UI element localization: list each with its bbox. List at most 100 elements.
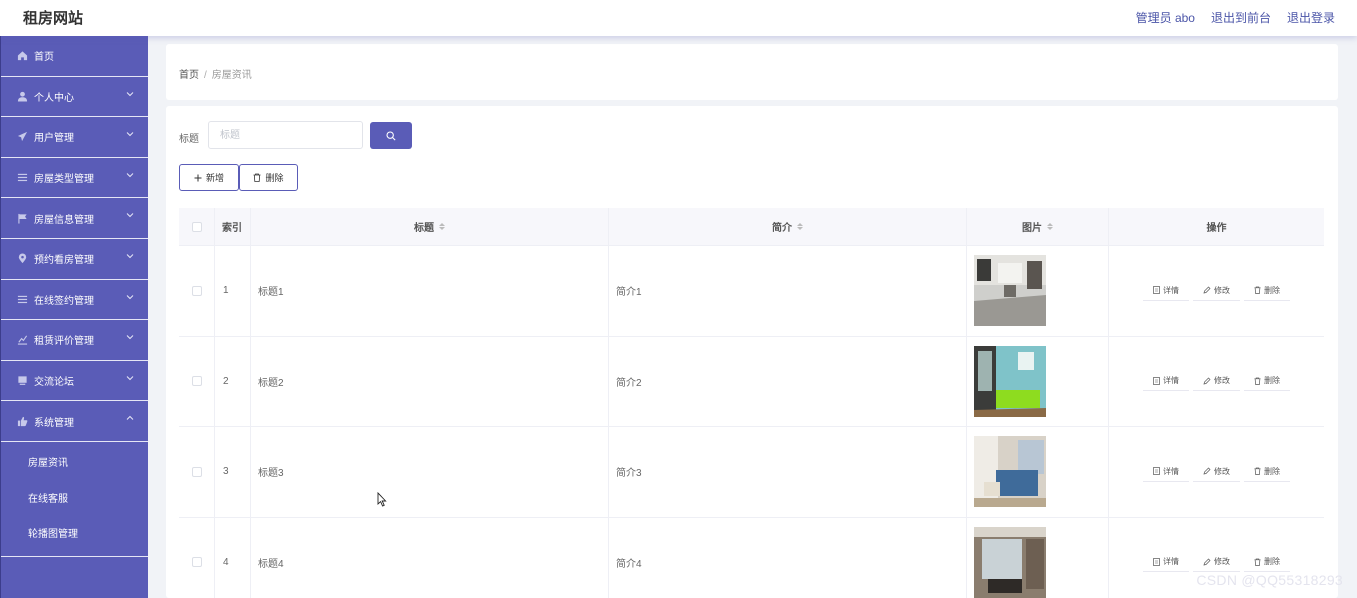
- sidebar-item-label: 房屋类型管理: [34, 174, 94, 186]
- sidebar-item-user-management[interactable]: 用户管理: [1, 117, 148, 158]
- header-title-label: 标题: [414, 223, 434, 234]
- row-picture-cell: [967, 246, 1109, 336]
- detail-button[interactable]: 详情: [1143, 371, 1189, 392]
- sort-icon[interactable]: [797, 223, 803, 230]
- sidebar-item-label: 租赁评价管理: [34, 336, 94, 348]
- site-brand: 租房网站: [23, 10, 84, 27]
- admin-name-link[interactable]: 管理员 abo: [1136, 9, 1195, 26]
- header-index: 索引: [215, 208, 251, 245]
- row-intro: 简介4: [609, 517, 967, 598]
- row-intro: 简介3: [609, 427, 967, 517]
- row-index: 2: [215, 336, 251, 426]
- breadcrumb: 首页 / 房屋资讯: [179, 66, 252, 81]
- row-checkbox[interactable]: [191, 557, 202, 568]
- row-checkbox[interactable]: [191, 285, 202, 296]
- table-row: 3 标题3 简介3 详情 修改 删除: [179, 427, 1324, 518]
- sidebar-item-label: 房屋信息管理: [34, 214, 94, 226]
- edit-button[interactable]: 修改: [1193, 462, 1240, 482]
- row-intro: 简介2: [609, 336, 967, 426]
- trash-icon: [1254, 558, 1261, 566]
- header-checkbox-cell: [179, 208, 215, 245]
- detail-button[interactable]: 详情: [1143, 552, 1189, 573]
- detail-label: 详情: [1163, 376, 1179, 386]
- sidebar-item-rental-review[interactable]: 租赁评价管理: [1, 320, 148, 361]
- row-checkbox-cell: [179, 246, 215, 336]
- submenu-item-online-service[interactable]: 在线客服: [1, 479, 148, 515]
- house-photo-thumbnail[interactable]: [974, 436, 1046, 508]
- row-picture-cell: [967, 336, 1109, 426]
- detail-label: 详情: [1163, 466, 1179, 476]
- data-table: 索引 标题 简介 图片 操作 1 标题1 简介1 详情 修改 删除 2 标题2 …: [179, 208, 1324, 598]
- plus-icon: [194, 174, 202, 181]
- logout-link[interactable]: 退出登录: [1287, 9, 1335, 26]
- edit-button[interactable]: 修改: [1193, 371, 1240, 392]
- row-ops: 详情 修改 删除: [1109, 337, 1324, 427]
- sidebar-item-system-management[interactable]: 系统管理: [1, 401, 148, 442]
- select-all-checkbox[interactable]: [191, 221, 202, 232]
- table-row: 4 标题4 简介4 详情 修改 删除: [179, 517, 1324, 598]
- exit-to-front-link[interactable]: 退出到前台: [1211, 9, 1271, 26]
- row-checkbox-cell: [179, 336, 215, 426]
- delete-button[interactable]: 删除: [1244, 552, 1290, 573]
- search-input[interactable]: [208, 121, 363, 149]
- sidebar-item-forum[interactable]: 交流论坛: [1, 361, 148, 402]
- sidebar-item-online-contract[interactable]: 在线签约管理: [1, 280, 148, 321]
- house-photo-thumbnail[interactable]: [974, 526, 1046, 598]
- add-button[interactable]: 新增: [179, 164, 239, 191]
- header-title[interactable]: 标题: [251, 208, 609, 245]
- house-photo-thumbnail[interactable]: [974, 255, 1046, 327]
- delete-button[interactable]: 删除: [1244, 281, 1290, 301]
- row-checkbox-cell: [179, 427, 215, 517]
- edit-button[interactable]: 修改: [1193, 552, 1240, 573]
- edit-button[interactable]: 修改: [1193, 281, 1240, 301]
- detail-button[interactable]: 详情: [1143, 462, 1189, 482]
- sidebar-item-home[interactable]: 首页: [1, 36, 148, 77]
- delete-button[interactable]: 删除: [1244, 371, 1290, 392]
- sidebar: 首页 个人中心 用户管理 房屋类型管理 房屋信息管理 预约看房管理 在线签约管理…: [0, 36, 148, 598]
- row-picture-cell: [967, 427, 1109, 517]
- breadcrumb-card: 首页 / 房屋资讯: [166, 44, 1338, 100]
- chevron-up-icon: [126, 416, 134, 421]
- breadcrumb-separator: /: [204, 70, 207, 81]
- sidebar-item-personal-center[interactable]: 个人中心: [1, 77, 148, 118]
- submenu-item-house-news[interactable]: 房屋资讯: [1, 444, 148, 480]
- row-checkbox[interactable]: [191, 466, 202, 477]
- header-ops: 操作: [1206, 223, 1227, 234]
- row-title: 标题3: [251, 427, 609, 517]
- breadcrumb-home[interactable]: 首页: [179, 70, 199, 81]
- detail-label: 详情: [1163, 285, 1179, 295]
- header-intro[interactable]: 简介: [609, 208, 967, 245]
- row-title: 标题2: [251, 336, 609, 426]
- search-label: 标题: [179, 134, 199, 145]
- batch-delete-button[interactable]: 删除: [239, 164, 298, 191]
- document-icon: [1153, 286, 1160, 295]
- chevron-down-icon: [126, 294, 134, 299]
- row-index: 3: [215, 427, 251, 517]
- trash-icon: [1254, 377, 1261, 385]
- chevron-down-icon: [126, 335, 134, 340]
- delete-button-label: 删除: [265, 173, 284, 183]
- submenu-item-carousel[interactable]: 轮播图管理: [1, 515, 148, 551]
- sidebar-item-house-type[interactable]: 房屋类型管理: [1, 158, 148, 199]
- sidebar-item-house-info[interactable]: 房屋信息管理: [1, 198, 148, 239]
- home-icon: [16, 50, 28, 62]
- search-button[interactable]: [370, 122, 412, 149]
- list-icon: [16, 293, 28, 305]
- delete-button[interactable]: 删除: [1244, 462, 1290, 482]
- delete-label: 删除: [1264, 466, 1280, 476]
- trash-icon: [253, 173, 261, 182]
- sort-icon[interactable]: [439, 223, 445, 230]
- row-ops: 详情 修改 删除: [1109, 246, 1324, 336]
- sidebar-item-label: 系统管理: [34, 417, 74, 429]
- row-index: 4: [215, 517, 251, 598]
- top-bar: 租房网站 管理员 abo 退出到前台 退出登录: [0, 0, 1357, 36]
- header-picture[interactable]: 图片: [967, 208, 1109, 245]
- detail-button[interactable]: 详情: [1143, 281, 1189, 301]
- house-photo-thumbnail[interactable]: [974, 345, 1046, 417]
- detail-label: 详情: [1163, 557, 1179, 567]
- sidebar-item-label: 交流论坛: [34, 377, 74, 389]
- sort-icon[interactable]: [1047, 223, 1053, 230]
- chevron-down-icon: [126, 91, 134, 96]
- row-checkbox[interactable]: [191, 376, 202, 387]
- sidebar-item-viewing-appointment[interactable]: 预约看房管理: [1, 239, 148, 280]
